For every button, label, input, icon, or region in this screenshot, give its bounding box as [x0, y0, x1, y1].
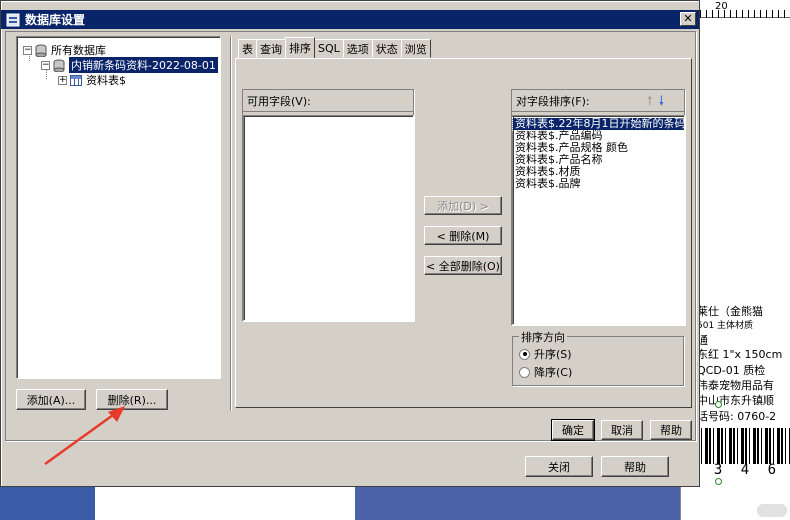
add-sort-field-button[interactable]: 添加(D) > [424, 196, 502, 215]
tree-node-label: 资料表$ [86, 74, 126, 87]
radio-unchecked-icon[interactable] [519, 366, 530, 378]
close-icon[interactable]: ✕ [680, 12, 696, 26]
tab-sort[interactable]: 排序 [285, 37, 315, 58]
sort-direction-group: 排序方向 升序(S) 降序(C) [512, 329, 684, 386]
descending-radio[interactable]: 降序(C) [519, 364, 572, 380]
tab-table[interactable]: 表 [238, 39, 257, 58]
ok-button[interactable]: 确定 [551, 419, 595, 441]
tree-node-table[interactable]: + 资料表$ [58, 73, 126, 87]
outer-help-button[interactable]: 帮助 [601, 456, 669, 477]
label-text-line: 伟泰宠物用品有 [697, 379, 774, 392]
label-preview[interactable]: 莱仕（金熊猫 501 主体材质 通 东红 1"x 150cm QCD-01 质检… [697, 302, 790, 520]
label-text-line: QCD-01 质检 [697, 364, 766, 377]
ascending-radio[interactable]: 升序(S) [519, 346, 572, 362]
ruler-number: 20 [715, 1, 728, 12]
expand-icon[interactable]: + [58, 75, 67, 85]
label-text-line: 东红 1"x 150cm [697, 348, 783, 361]
label-text-line: 话号码: 0760-2 [697, 410, 777, 423]
panel-divider [230, 36, 232, 411]
descending-label: 降序(C) [534, 366, 573, 379]
tab-strip: 表 查询 排序 SQL 选项 状态 浏览 [238, 37, 431, 58]
selection-handle-icon[interactable] [715, 478, 722, 485]
tree-node-label-selected: 内销新条码资料-2022-08-01 [68, 56, 219, 74]
available-fields-list[interactable] [243, 115, 414, 321]
label-text-line: 501 主体材质 [697, 321, 754, 331]
label-text-line: 莱仕（金熊猫 [697, 305, 763, 318]
dialog-title: 数据库设置 [25, 13, 86, 27]
barcode-image[interactable] [697, 428, 790, 464]
annotation-arrow-icon [44, 406, 125, 466]
tab-query[interactable]: 查询 [256, 39, 286, 58]
label-text-line: 中山市东升镇顺 [697, 394, 774, 407]
tab-sql[interactable]: SQL [314, 39, 344, 58]
available-fields-label: 可用字段(V): [243, 90, 413, 112]
remove-all-sort-fields-button[interactable]: < 全部删除(O) [424, 256, 502, 275]
collapse-icon[interactable]: − [23, 45, 32, 55]
tree-node-label: 所有数据库 [51, 44, 106, 57]
database-icon [5, 13, 21, 27]
selection-handle-icon[interactable] [715, 401, 722, 408]
watermark-logo [757, 504, 787, 517]
tab-options[interactable]: 选项 [342, 39, 373, 58]
sort-direction-label: 排序方向 [519, 329, 567, 345]
tab-browse[interactable]: 浏览 [400, 39, 431, 58]
sort-fields-list[interactable]: 资料表$.22年8月1日开始新的条码 资料表$.产品编码 资料表$.产品规格 颜… [512, 115, 686, 325]
table-icon [70, 74, 82, 86]
databases-icon [35, 44, 47, 57]
tree-node-all-databases[interactable]: − 所有数据库 [23, 43, 106, 57]
help-button[interactable]: 帮助 [650, 420, 692, 440]
move-up-icon[interactable]: 🠕 [647, 95, 653, 108]
cancel-button[interactable]: 取消 [601, 420, 643, 440]
collapse-icon[interactable]: − [41, 60, 50, 70]
ruler-ticks [700, 10, 790, 18]
tree-node-database[interactable]: − 内销新条码资料-2022-08-01 [41, 56, 219, 74]
ascending-label: 升序(S) [534, 348, 572, 361]
sort-order-controls: 🠕 🠗 [647, 95, 664, 108]
barcode-digits: 5 3 4 6 6 1 0 [697, 462, 790, 478]
close-button[interactable]: 关闭 [525, 456, 593, 477]
radio-checked-icon[interactable] [519, 348, 530, 360]
tab-status[interactable]: 状态 [371, 39, 402, 58]
remove-sort-field-button[interactable]: < 删除(M) [424, 226, 502, 245]
dialog-titlebar[interactable]: 数据库设置 ✕ [1, 10, 699, 29]
move-down-icon[interactable]: 🠗 [659, 95, 665, 108]
list-item[interactable]: 资料表$.品牌 [513, 178, 684, 190]
database-tree[interactable]: − 所有数据库 − 内销新条码资料-2022-08-01 + 资料表$ [16, 36, 221, 379]
database-icon [53, 59, 65, 72]
